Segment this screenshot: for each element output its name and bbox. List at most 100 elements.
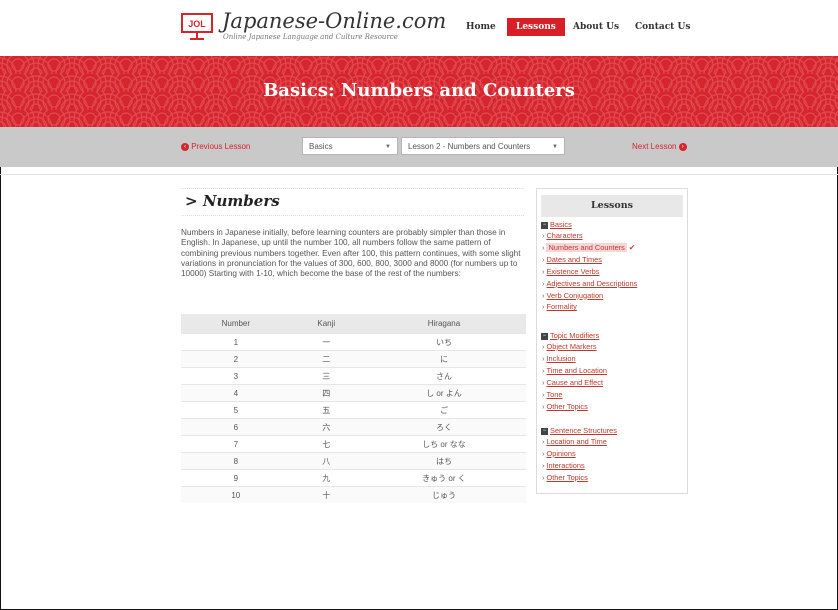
column-header-kanji: Kanji (290, 314, 362, 334)
number-cell: 7 (181, 435, 291, 453)
category-select-value: Basics (309, 142, 333, 151)
site-brand[interactable]: Japanese-Online.com (222, 9, 446, 33)
sidebar-lesson-label: Numbers and Counters (546, 242, 627, 252)
number-cell: 4 (181, 384, 291, 402)
number-cell: 9 (181, 469, 291, 487)
kanji-cell: 八 (290, 452, 362, 470)
collapse-icon: − (541, 221, 548, 229)
collapse-icon: − (541, 332, 548, 340)
chevron-right-icon: › (542, 472, 545, 482)
nav-contact-us[interactable]: Contact Us (635, 22, 690, 32)
sidebar-lesson-link[interactable]: › Dates and Times (541, 254, 637, 266)
collapse-icon: − (541, 427, 548, 435)
sidebar-lesson-label: Object Markers (546, 342, 597, 351)
sidebar-lesson-link[interactable]: › Object Markers (541, 341, 607, 353)
number-cell: 5 (181, 401, 291, 419)
chevron-right-icon: > (185, 192, 198, 210)
kanji-cell: 一 (290, 333, 362, 351)
numbers-table: Number Kanji Hiragana 1 一いち 2 二に 3 三さん 4 四し or … (181, 314, 526, 503)
sidebar-lesson-link[interactable]: › Characters (541, 230, 637, 242)
sidebar-lesson-link[interactable]: › Opinions (541, 448, 617, 460)
kanji-cell: 二 (290, 350, 362, 368)
site-header: JOL Japanese-Online.com Online Japanese … (0, 0, 838, 56)
number-cell: 1 (181, 333, 291, 351)
number-cell: 3 (181, 367, 291, 385)
chevron-right-icon: › (542, 389, 545, 399)
kanji-cell: 九 (290, 469, 362, 487)
hiragana-cell: さん (361, 367, 526, 385)
intro-paragraph: Numbers in Japanese initially, before le… (181, 228, 521, 279)
sidebar-lesson-link[interactable]: › Verb Conjugation (541, 290, 637, 302)
sidebar-lesson-label: Characters (546, 231, 583, 240)
nav-lessons[interactable]: Lessons (507, 18, 565, 36)
lesson-group: − Topic Modifiers › Object Markers › Inclusio… (541, 330, 607, 412)
site-logo-icon[interactable]: JOL (181, 13, 213, 41)
kanji-cell: 四 (290, 384, 362, 402)
lesson-group-toggle[interactable]: − Topic Modifiers (541, 330, 607, 341)
site-tagline: Online Japanese Language and Culture Res… (223, 33, 398, 41)
sidebar-lesson-label: Verb Conjugation (546, 290, 604, 300)
lesson-group-toggle[interactable]: − Sentence Structures (541, 425, 617, 436)
chevron-right-icon: › (542, 290, 545, 300)
column-header-hiragana: Hiragana (361, 314, 526, 334)
table-row: 6 六ろく (181, 418, 526, 436)
nav-about-us[interactable]: About Us (573, 22, 619, 32)
section-title: Numbers (202, 192, 280, 210)
chevron-right-icon: › (542, 254, 545, 264)
category-select[interactable]: Basics ▼ (302, 137, 398, 155)
sidebar-lesson-link[interactable]: › Other Topics (541, 472, 617, 484)
sidebar-lesson-link[interactable]: › Interactions (541, 460, 617, 472)
table-row: 8 八はち (181, 452, 526, 470)
sidebar-lesson-label: Time and Location (546, 365, 607, 375)
lesson-group-label: Basics (550, 220, 572, 229)
hiragana-cell: ろく (361, 418, 526, 436)
nav-home[interactable]: Home (466, 22, 496, 32)
sidebar-lesson-link[interactable]: › Existence Verbs (541, 266, 637, 278)
hiragana-cell: ご (361, 401, 526, 419)
sidebar-lesson-link[interactable]: › Location and Time (541, 436, 617, 448)
chevron-right-icon: › (542, 460, 545, 470)
sidebar-lesson-label: Opinions (546, 448, 576, 458)
sidebar-lesson-link[interactable]: › Numbers and Counters ✔ (541, 242, 637, 254)
checkmark-icon: ✔ (628, 242, 636, 252)
hiragana-cell: いち (361, 333, 526, 351)
lesson-group-label: Sentence Structures (550, 426, 617, 435)
sidebar-lesson-label: Dates and Times (546, 254, 602, 264)
logo-text: JOL (188, 19, 206, 29)
chevron-right-icon: › (542, 448, 545, 458)
sidebar-lesson-label: Adjectives and Descriptions (546, 278, 638, 288)
lesson-group-toggle[interactable]: − Basics (541, 219, 637, 230)
previous-lesson-link[interactable]: ‹ Previous Lesson (181, 142, 250, 151)
chevron-right-icon: › (542, 302, 545, 312)
table-row: 7 七しち or なな (181, 435, 526, 453)
table-row: 2二に (181, 350, 526, 368)
chevron-right-icon: › (542, 377, 545, 387)
table-row: 4四し or よん (181, 384, 526, 402)
hiragana-cell: きゅう or く (361, 469, 526, 487)
hiragana-cell: しち or なな (361, 435, 526, 453)
sidebar-lesson-label: Other Topics (546, 472, 588, 482)
kanji-cell: 十 (290, 486, 362, 503)
sidebar-lesson-link[interactable]: › Adjectives and Descriptions (541, 278, 637, 290)
lesson-group: − Basics › Characters › Numbers and Counters ✔… (541, 219, 637, 313)
chevron-right-icon: › (542, 437, 545, 446)
chevron-right-circle-icon: › (678, 142, 687, 151)
chevron-right-icon: › (542, 231, 545, 240)
sidebar-lesson-label: Cause and Effect (546, 377, 604, 387)
next-lesson-link[interactable]: Next Lesson › (632, 142, 687, 151)
sidebar-lesson-link[interactable]: › Tone (541, 389, 607, 401)
sidebar-lesson-link[interactable]: › Time and Location (541, 365, 607, 377)
chevron-right-icon: › (542, 242, 545, 252)
sidebar-lesson-link[interactable]: › Other Topics (541, 401, 607, 413)
hiragana-cell: に (361, 350, 526, 368)
lesson-select[interactable]: Lesson 2 - Numbers and Counters ▼ (401, 137, 565, 155)
sidebar-lesson-label: Tone (546, 389, 563, 399)
sidebar-lesson-link[interactable]: › Formality (541, 301, 637, 313)
sidebar-lesson-label: Inclusion (546, 353, 576, 363)
sidebar-lesson-link[interactable]: › Inclusion (541, 353, 607, 365)
hiragana-cell: じゅう (361, 486, 526, 503)
lesson-select-value: Lesson 2 - Numbers and Counters (408, 142, 531, 151)
chevron-right-icon: › (542, 342, 545, 351)
sidebar-lesson-link[interactable]: › Cause and Effect (541, 377, 607, 389)
chevron-right-icon: › (542, 278, 545, 288)
